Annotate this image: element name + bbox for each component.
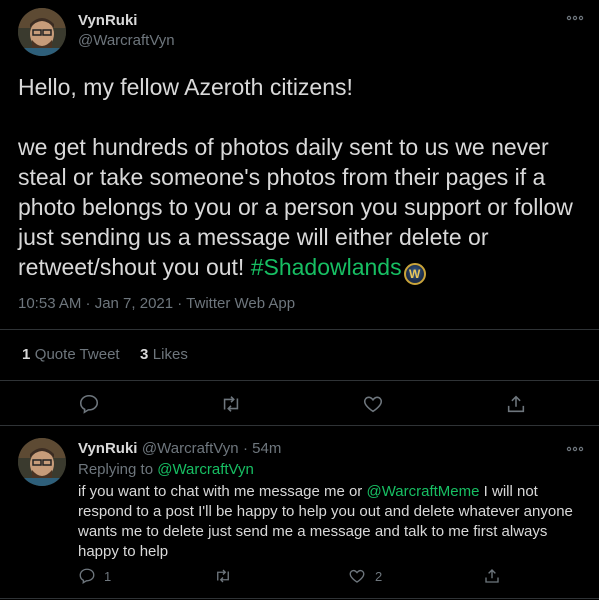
reply-author-avatar[interactable] [18, 438, 66, 486]
replying-to: Replying to @WarcraftVyn [78, 461, 254, 478]
tweet-line: we get hundreds of photos daily sent to … [18, 134, 549, 160]
likes-stat[interactable]: 3 Likes [140, 346, 188, 364]
retweet-icon[interactable] [220, 393, 242, 415]
tweet-line: just sending us a message will either de… [18, 224, 489, 250]
tweet-line: steal or take someone's photos from thei… [18, 164, 546, 190]
divider [0, 329, 599, 330]
reply-line: happy to help [78, 543, 169, 560]
tweet-text: Hello, my fellow Azeroth citizens! we ge… [18, 72, 593, 285]
reply-like-count: 2 [375, 569, 383, 584]
divider [0, 598, 599, 599]
reply-more-icon[interactable] [566, 443, 584, 455]
divider [0, 380, 599, 381]
reply-reply-count: 1 [104, 569, 112, 584]
reply-text-suffix: I will not [479, 483, 538, 500]
reply-header: VynRuki @WarcraftVyn · 54m [78, 440, 281, 458]
tweet-line-last: retweet/shout you out! #Shadowlands W [18, 252, 593, 285]
quote-label: Quote Tweet [34, 346, 120, 363]
author-handle[interactable]: @WarcraftVyn [78, 32, 175, 49]
reply-like-icon[interactable] [348, 567, 366, 585]
mention-link[interactable]: @WarcraftMeme [366, 483, 479, 500]
replying-to-label: Replying to [78, 461, 154, 478]
warcraft-badge-icon: W [403, 263, 426, 285]
quote-count: 1 [22, 346, 31, 363]
more-icon[interactable] [566, 12, 584, 24]
reply-icon[interactable] [78, 393, 100, 415]
hashtag-link[interactable]: #Shadowlands [251, 254, 402, 280]
reply-author-handle[interactable]: @WarcraftVyn [142, 440, 239, 457]
share-icon[interactable] [505, 393, 527, 415]
author-name[interactable]: VynRuki [78, 12, 137, 29]
reply-line: wants me to delete just send me a messag… [78, 523, 548, 540]
reply-reply-icon[interactable] [78, 567, 96, 585]
tweet-line: photo belongs to you or a person you sup… [18, 194, 573, 220]
tweet-timestamp[interactable]: 10:53 AM · Jan 7, 2021 · Twitter Web App [18, 295, 295, 312]
reply-text-prefix: if you want to chat with me message me o… [78, 483, 367, 500]
like-label: Likes [152, 346, 188, 363]
author-avatar[interactable] [18, 8, 66, 56]
quote-tweet-stat[interactable]: 1 Quote Tweet [22, 346, 120, 364]
reply-time[interactable]: · 54m [243, 440, 281, 457]
reply-line: respond to a post I'll be happy to help … [78, 503, 573, 520]
reply-author-name[interactable]: VynRuki [78, 440, 137, 457]
reply-share-icon[interactable] [483, 567, 501, 585]
reply-text: if you want to chat with me message me o… [78, 482, 593, 562]
tweet-line-greeting: Hello, my fellow Azeroth citizens! [18, 74, 353, 100]
like-icon[interactable] [362, 393, 384, 415]
tweet-line-prefix: retweet/shout you out! [18, 254, 251, 280]
replying-to-handle[interactable]: @WarcraftVyn [157, 461, 254, 478]
like-count: 3 [140, 346, 149, 363]
divider [0, 425, 599, 426]
reply-retweet-icon[interactable] [214, 567, 232, 585]
